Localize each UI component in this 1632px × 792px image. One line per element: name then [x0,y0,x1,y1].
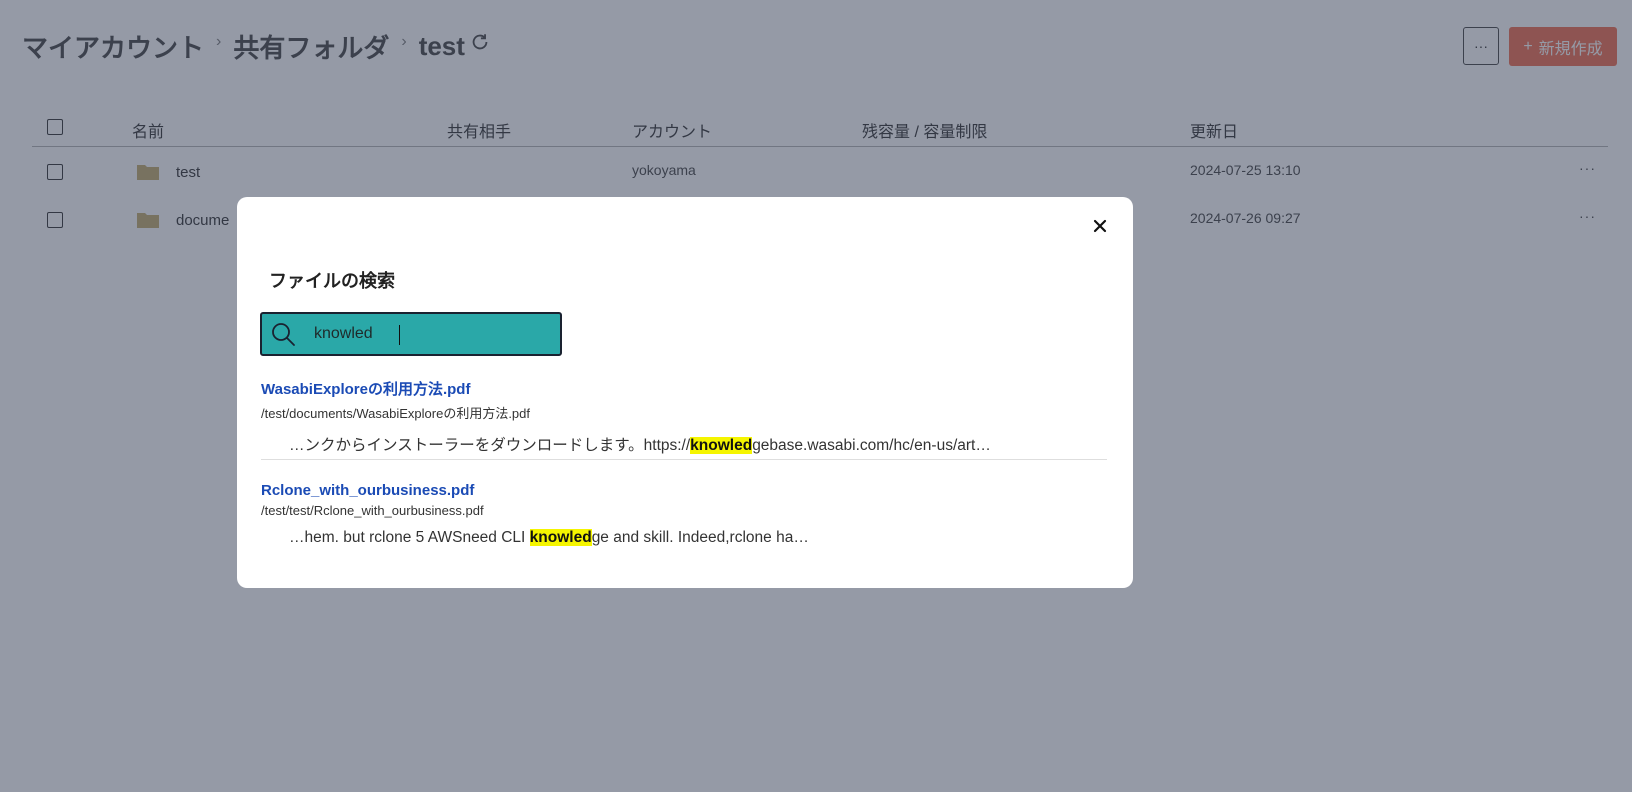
result-title-link[interactable]: Rclone_with_ourbusiness.pdf [261,482,1107,499]
close-button[interactable] [1087,213,1113,239]
text-caret [399,325,400,345]
search-result: WasabiExploreの利用方法.pdf /test/documents/W… [261,378,1107,455]
search-result: Rclone_with_ourbusiness.pdf /test/test/R… [261,482,1107,547]
result-path: /test/documents/WasabiExploreの利用方法.pdf [261,406,531,421]
snippet-text: ge and skill. Indeed,rclone ha… [591,529,809,546]
result-title-link[interactable]: WasabiExploreの利用方法.pdf [261,378,1107,399]
result-divider [261,459,1107,460]
snippet-highlight: knowled [690,437,753,454]
result-snippet: …hem. but rclone 5 AWSneed CLI knowledge… [289,529,1107,547]
snippet-text: …ンクからインストーラーをダウンロードします。https:// [289,437,691,454]
snippet-text: gebase.wasabi.com/hc/en-us/art… [752,437,991,454]
modal-title: ファイルの検索 [269,271,395,291]
file-search-modal: ファイルの検索 WasabiExploreの利用方法.pdf /test/doc… [237,197,1133,588]
snippet-text: …hem. but rclone 5 AWSneed CLI [289,529,530,546]
search-input[interactable] [314,322,544,346]
search-box[interactable] [260,312,562,356]
close-icon [1093,219,1107,233]
result-path: /test/test/Rclone_with_ourbusiness.pdf [261,503,484,518]
snippet-highlight: knowled [529,529,592,546]
result-snippet: …ンクからインストーラーをダウンロードします。https://knowledge… [289,433,1107,455]
search-icon [272,323,295,346]
